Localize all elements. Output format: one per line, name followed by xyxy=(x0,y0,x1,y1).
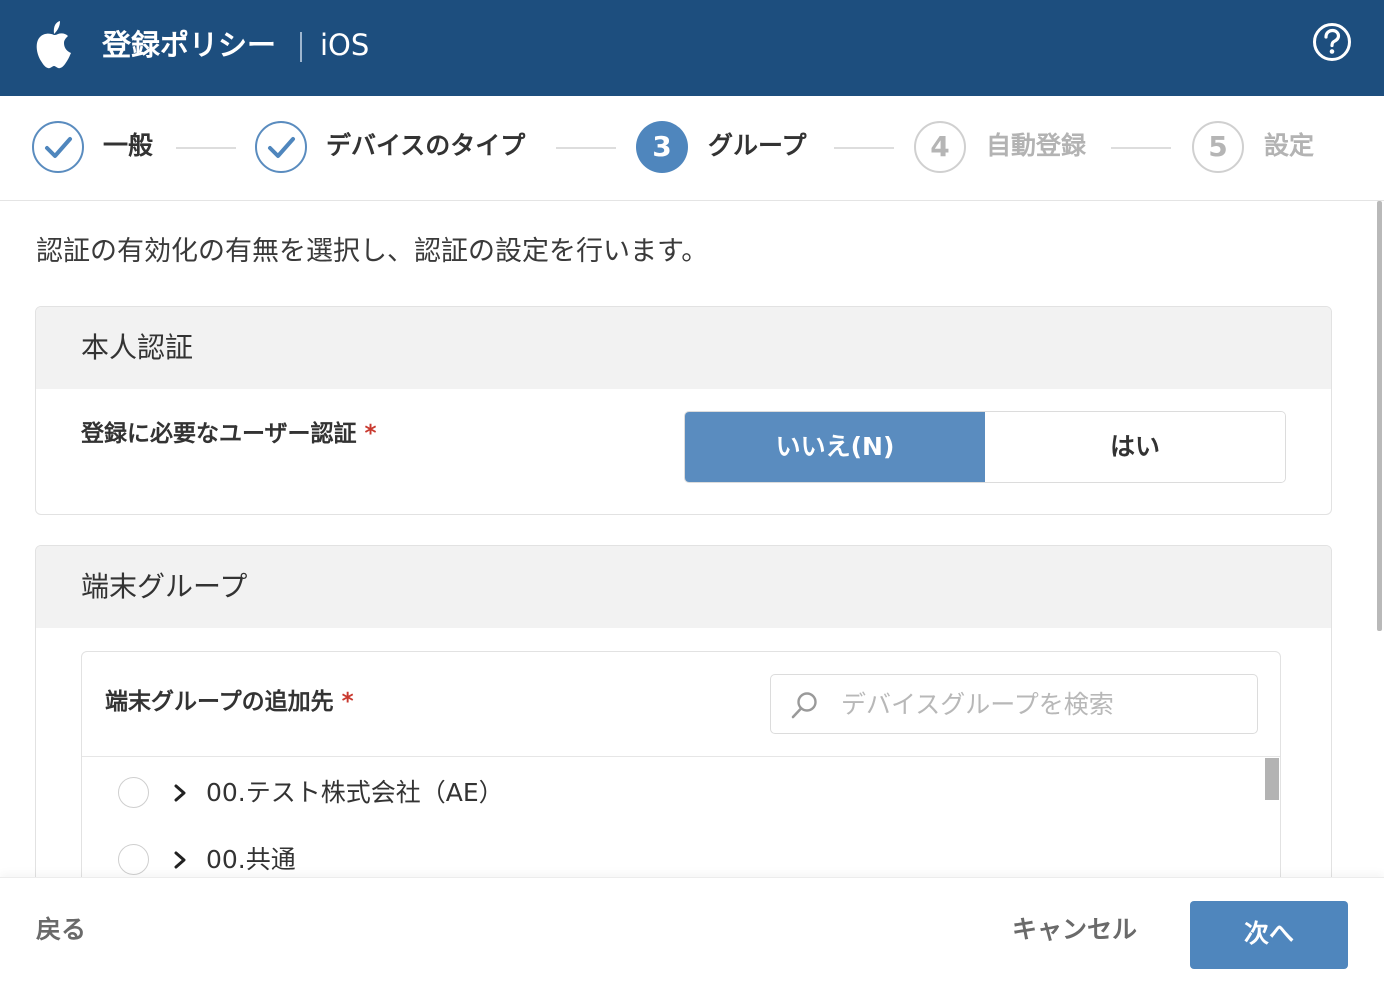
step-2-label: デバイスのタイプ xyxy=(326,131,526,160)
auth-toggle: いいえ(N) はい xyxy=(684,411,1286,483)
auth-field-label-text: 登録に必要なユーザー認証 xyxy=(81,421,357,447)
auth-no-button[interactable]: いいえ(N) xyxy=(685,412,985,482)
title-divider xyxy=(300,32,302,62)
group-search-input[interactable] xyxy=(841,675,1241,733)
group-radio[interactable] xyxy=(118,844,149,875)
cancel-button[interactable]: キャンセル xyxy=(1012,913,1137,947)
tree-item: 00.共通 xyxy=(118,840,1218,880)
group-name: 00.テスト株式会社（AE） xyxy=(206,778,504,807)
auth-card: 本人認証 登録に必要なユーザー認証 * いいえ(N) はい xyxy=(35,306,1332,515)
app-header: 登録ポリシー iOS xyxy=(0,0,1384,96)
step-5-label: 設定 xyxy=(1264,131,1315,160)
chevron-right-icon[interactable] xyxy=(170,848,190,872)
step-3-label: グループ xyxy=(708,131,807,160)
chevron-right-icon[interactable] xyxy=(170,781,190,805)
group-list-scrollbar[interactable] xyxy=(1265,758,1279,800)
step-connector xyxy=(834,147,894,149)
page-scrollbar[interactable] xyxy=(1377,201,1382,631)
group-name: 00.共通 xyxy=(206,845,296,874)
step-connector xyxy=(1111,147,1171,149)
next-button[interactable]: 次へ xyxy=(1190,901,1348,969)
group-field-label: 端末グループの追加先 * xyxy=(105,687,354,717)
step-connector xyxy=(556,147,616,149)
step-1-check-icon xyxy=(32,121,84,173)
auth-field-label: 登録に必要なユーザー認証 * xyxy=(81,419,377,449)
back-button[interactable]: 戻る xyxy=(36,913,86,947)
search-icon xyxy=(791,692,817,719)
step-5-number: 5 xyxy=(1192,121,1244,173)
step-connector xyxy=(176,147,236,149)
group-search-box xyxy=(770,674,1258,734)
auth-card-title: 本人認証 xyxy=(36,307,1331,389)
apple-icon xyxy=(36,21,71,69)
group-picker: 端末グループの追加先 * 00.テスト株式会社（AE） 00.共通 xyxy=(81,651,1281,911)
step-1-label: 一般 xyxy=(103,131,154,160)
required-mark: * xyxy=(341,689,354,715)
group-picker-header: 端末グループの追加先 * xyxy=(82,652,1280,757)
group-field-label-text: 端末グループの追加先 xyxy=(105,689,334,715)
step-2-check-icon xyxy=(255,121,307,173)
help-icon[interactable] xyxy=(1312,22,1352,62)
page-title: 登録ポリシー xyxy=(102,28,277,62)
required-mark: * xyxy=(364,421,377,447)
group-card-title: 端末グループ xyxy=(36,546,1331,628)
tree-item: 00.テスト株式会社（AE） xyxy=(118,773,1218,813)
group-radio[interactable] xyxy=(118,777,149,808)
step-4-label: 自動登録 xyxy=(986,131,1087,160)
wizard-footer: 戻る キャンセル 次へ xyxy=(0,877,1384,982)
step-4-number: 4 xyxy=(914,121,966,173)
auth-yes-button[interactable]: はい xyxy=(985,412,1285,482)
intro-text: 認証の有効化の有無を選択し、認証の設定を行います。 xyxy=(36,236,709,267)
platform-label: iOS xyxy=(320,28,370,62)
wizard-stepper: 一般 デバイスのタイプ 3 グループ 4 自動登録 5 設定 xyxy=(0,96,1384,201)
step-3-number: 3 xyxy=(636,121,688,173)
